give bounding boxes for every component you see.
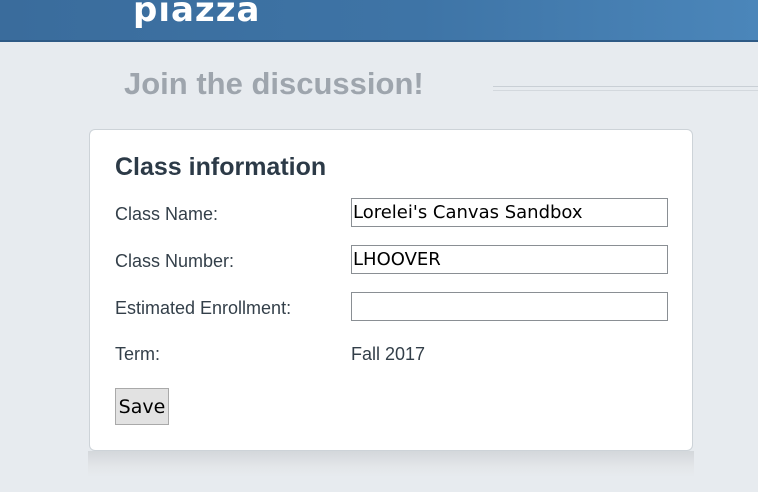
card-shadow	[88, 451, 694, 477]
card-title: Class information	[115, 153, 327, 181]
piazza-logo[interactable]: piazza	[133, 0, 260, 30]
class-number-input[interactable]	[351, 245, 668, 274]
heading-divider	[493, 86, 758, 87]
class-name-label: Class Name:	[115, 204, 219, 224]
heading-divider-secondary	[493, 90, 758, 91]
term-value: Fall 2017	[351, 344, 426, 364]
class-name-input[interactable]	[351, 198, 668, 227]
estimated-enrollment-label: Estimated Enrollment:	[115, 298, 292, 318]
page-heading: Join the discussion!	[124, 66, 424, 101]
save-button[interactable]: Save	[115, 388, 169, 425]
estimated-enrollment-input[interactable]	[351, 292, 668, 321]
class-number-label: Class Number:	[115, 251, 235, 271]
top-header-bar: piazza	[0, 0, 758, 42]
page: piazza Join the discussion! Class inform…	[0, 0, 758, 492]
term-label: Term:	[115, 344, 160, 364]
class-information-card: Class information Class Name: Class Numb…	[89, 129, 693, 451]
